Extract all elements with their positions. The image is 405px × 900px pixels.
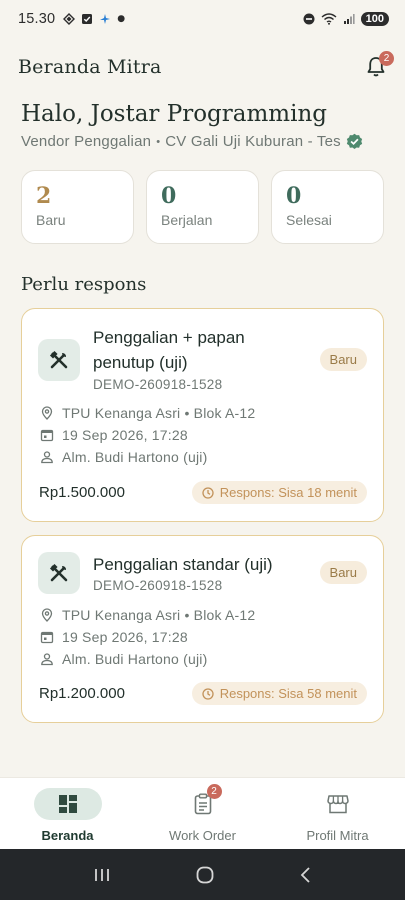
vendor-info: Vendor Penggalian • CV Gali Uji Kuburan …: [21, 133, 363, 150]
order-datetime: 19 Sep 2026, 17:28: [40, 629, 188, 645]
notification-button[interactable]: 2: [363, 51, 394, 80]
order-price: Rp1.200.000: [39, 685, 125, 702]
order-card[interactable]: Penggalian standar (uji) DEMO-260918-152…: [21, 535, 384, 723]
location-text: TPU Kenanga Asri • Blok A-12: [62, 607, 256, 623]
order-deceased: Alm. Budi Hartono (uji): [40, 651, 207, 667]
nav-label: Profil Mitra: [306, 828, 369, 843]
verified-icon: [346, 133, 363, 150]
stats-row: 2 Baru 0 Berjalan 0 Selesai: [21, 170, 384, 244]
order-code: DEMO-260918-1528: [93, 377, 223, 392]
datetime-text: 19 Sep 2026, 17:28: [62, 629, 188, 645]
stat-value: 0: [161, 183, 177, 209]
nav-item-work-order[interactable]: 2 Work Order: [135, 778, 270, 849]
stat-value: 2: [36, 183, 52, 209]
more-notifications-dot: ●: [117, 14, 126, 24]
location-pin-icon: [41, 406, 53, 420]
page-title: Beranda Mitra: [18, 56, 162, 78]
person-icon: [41, 653, 53, 666]
home-icon[interactable]: [195, 865, 215, 885]
location-pin-icon: [41, 608, 53, 622]
order-card[interactable]: Penggalian + papan penutup (uji) DEMO-26…: [21, 308, 384, 522]
response-timer-badge: Respons: Sisa 18 menit: [191, 481, 367, 504]
back-icon[interactable]: [298, 866, 314, 884]
nav-icon-wrap: [304, 788, 372, 820]
order-icon-tile: [38, 552, 80, 594]
order-code: DEMO-260918-1528: [93, 578, 223, 593]
response-timer-badge: Respons: Sisa 58 menit: [191, 682, 367, 705]
nav-active-indicator: [33, 788, 102, 820]
separator-dot: •: [156, 135, 161, 148]
order-title: Penggalian standar (uji): [93, 555, 273, 574]
system-navigation-bar: [0, 849, 405, 900]
status-badge: Baru: [319, 348, 367, 371]
order-location: TPU Kenanga Asri • Blok A-12: [40, 607, 255, 623]
stat-label: Selesai: [286, 212, 332, 229]
app-notification-icon: [63, 13, 76, 25]
signal-icon: [343, 14, 355, 24]
task-check-icon: [82, 14, 93, 24]
status-bar: 15.30 ● 100: [0, 0, 405, 38]
nav-item-beranda[interactable]: Beranda: [0, 778, 135, 849]
location-text: TPU Kenanga Asri • Blok A-12: [62, 405, 256, 421]
deceased-text: Alm. Budi Hartono (uji): [62, 651, 208, 667]
nav-item-profil-mitra[interactable]: Profil Mitra: [270, 778, 405, 849]
order-deceased: Alm. Budi Hartono (uji): [40, 449, 207, 465]
calendar-icon: [40, 429, 54, 442]
tools-icon: [49, 563, 68, 582]
status-left-icons: ●: [63, 13, 125, 25]
storefront-icon: [326, 795, 349, 814]
stat-value: 0: [286, 183, 302, 209]
vendor-role: Vendor Penggalian: [21, 133, 152, 150]
clock-icon: [202, 687, 214, 700]
status-right-icons: 100: [303, 12, 389, 26]
stat-card-selesai[interactable]: 0 Selesai: [271, 170, 384, 244]
person-icon: [41, 451, 53, 464]
stat-label: Berjalan: [161, 212, 213, 229]
section-title: Perlu respons: [21, 274, 147, 295]
order-price: Rp1.500.000: [39, 484, 125, 501]
order-datetime: 19 Sep 2026, 17:28: [40, 427, 188, 443]
do-not-disturb-icon: [303, 13, 315, 25]
order-location: TPU Kenanga Asri • Blok A-12: [40, 405, 255, 421]
response-timer-text: Respons: Sisa 18 menit: [219, 485, 357, 500]
work-order-badge: 2: [206, 784, 222, 799]
stat-card-baru[interactable]: 2 Baru: [21, 170, 134, 244]
wifi-icon: [321, 13, 337, 25]
nav-label: Beranda: [41, 828, 94, 843]
response-timer-text: Respons: Sisa 58 menit: [219, 686, 357, 701]
recent-apps-icon[interactable]: [92, 867, 112, 883]
calendar-icon: [40, 631, 54, 644]
datetime-text: 19 Sep 2026, 17:28: [62, 427, 188, 443]
clock-icon: [202, 486, 214, 499]
app-bar: Beranda Mitra 2: [0, 46, 405, 88]
status-badge: Baru: [319, 561, 367, 584]
greeting-title: Halo, Jostar Programming: [21, 101, 327, 127]
battery-indicator: 100: [360, 12, 389, 26]
nav-icon-wrap: 2: [169, 784, 237, 820]
stat-label: Baru: [36, 212, 66, 229]
bird-app-icon: [100, 14, 111, 24]
stat-card-berjalan[interactable]: 0 Berjalan: [146, 170, 259, 244]
deceased-text: Alm. Budi Hartono (uji): [62, 449, 208, 465]
order-icon-tile: [38, 339, 80, 381]
bottom-navigation: Beranda 2 Work Order Profil Mitra: [0, 777, 405, 849]
status-time: 15.30: [18, 11, 56, 27]
dashboard-icon: [58, 795, 77, 813]
company-name: CV Gali Uji Kuburan - Tes: [165, 133, 341, 150]
tools-icon: [49, 350, 68, 369]
notification-badge: 2: [379, 51, 394, 66]
order-title: Penggalian + papan penutup (uji): [93, 328, 245, 372]
nav-label: Work Order: [169, 828, 236, 843]
